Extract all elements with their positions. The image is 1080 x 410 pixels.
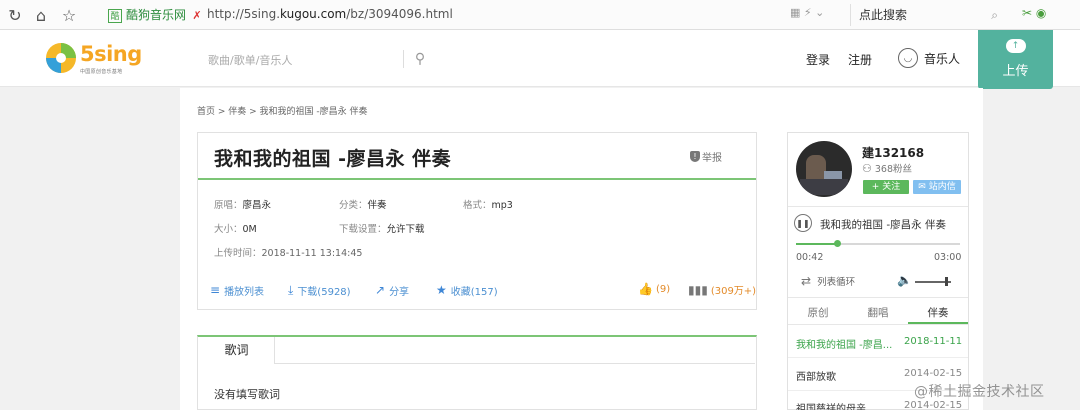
logo-wordmark: 5sing <box>80 42 142 66</box>
watermark: @稀土掘金技术社区 <box>914 384 1045 400</box>
list-item-title[interactable]: 祖国慈祥的母亲 <box>796 400 866 410</box>
singer-field: 原唱：廖昌永 <box>214 200 272 211</box>
progress-handle[interactable] <box>834 240 841 247</box>
search-icon[interactable]: ⚲ <box>412 48 428 70</box>
browser-search-input[interactable]: 点此搜索 ⌕ <box>850 4 1006 26</box>
playlist-button[interactable]: ≡ 播放列表 <box>210 282 264 298</box>
loop-mode-button[interactable]: ⇄ 列表循环 <box>801 274 855 288</box>
time-total: 03:00 <box>934 252 962 263</box>
progress-fill <box>796 243 837 245</box>
extension-menu-icon[interactable]: ◉ <box>1036 6 1046 20</box>
refresh-icon[interactable]: ↻ <box>4 4 26 26</box>
bookmark-star-icon[interactable]: ☆ <box>58 4 80 26</box>
size-field: 大小：0M <box>214 224 257 235</box>
divider <box>788 357 968 358</box>
download-setting-field: 下载设置：允许下载 <box>339 224 425 235</box>
thumbs-up-icon: 👍 <box>638 282 653 296</box>
favorite-site-link[interactable]: 酷酷狗音乐网 <box>108 6 186 24</box>
format-field: 格式：mp3 <box>463 200 513 211</box>
shield-icon: ! <box>690 151 700 162</box>
logo-subtitle: 中国原创音乐基地 <box>80 69 123 75</box>
address-bar[interactable]: http://5sing.kugou.com/bz/3094096.html <box>191 7 453 21</box>
tab-cover[interactable]: 翻唱 <box>848 305 908 320</box>
headphones-icon: ◡ <box>898 48 918 68</box>
divider <box>403 50 404 68</box>
musician-link[interactable]: ◡ 音乐人 <box>898 46 960 70</box>
kugou-site-icon: 酷 <box>108 8 122 23</box>
list-item-title[interactable]: 西部放歌 <box>796 368 836 383</box>
users-icon: ⚇ <box>862 161 872 175</box>
play-count: ▮▮▮ (309万+) <box>688 282 757 298</box>
home-icon[interactable]: ⌂ <box>30 4 52 26</box>
lyrics-panel <box>197 335 757 410</box>
upload-button[interactable]: ↑ 上传 <box>978 30 1053 89</box>
share-icon: ↗ <box>375 283 386 297</box>
list-item-date: 2018-11-11 <box>904 336 963 347</box>
site-search-input[interactable]: 歌曲/歌单/音乐人 <box>208 52 292 68</box>
tab-original[interactable]: 原创 <box>788 305 848 320</box>
divider <box>198 178 756 180</box>
extensions[interactable]: ✂ ◉ <box>1022 6 1046 20</box>
register-link[interactable]: 注册 <box>848 51 872 68</box>
scissors-icon[interactable]: ✂ <box>1022 6 1032 20</box>
lyrics-empty-text: 没有填写歌词 <box>214 388 280 401</box>
time-current: 00:42 <box>796 252 824 263</box>
volume-icon[interactable]: 🔈 <box>897 273 912 287</box>
follow-button[interactable]: + 关注 <box>863 180 909 194</box>
breadcrumb[interactable]: 首页 > 伴奏 > 我和我的祖国 -廖昌永 伴奏 <box>197 104 368 117</box>
share-button[interactable]: ↗ 分享 <box>375 282 409 298</box>
cloud-upload-icon: ↑ <box>1005 39 1026 53</box>
login-link[interactable]: 登录 <box>806 51 830 68</box>
upload-time-field: 上传时间：2018-11-11 13:14:45 <box>214 248 363 259</box>
list-item-date: 2014-02-15 <box>904 368 963 379</box>
list-item-title[interactable]: 我和我的祖国 -廖昌... <box>796 336 892 351</box>
star-icon: ★ <box>436 283 447 297</box>
divider <box>788 324 968 325</box>
favorite-button[interactable]: ★ 收藏(157) <box>436 282 498 298</box>
song-title: 我和我的祖国 -廖昌永 伴奏 <box>214 148 452 170</box>
category-field: 分类：伴奏 <box>339 200 387 211</box>
message-button[interactable]: ✉ 站内信 <box>913 180 961 194</box>
repeat-icon: ⇄ <box>801 274 812 288</box>
like-button[interactable]: 👍 (9) <box>638 282 670 296</box>
avatar[interactable] <box>796 141 852 197</box>
fans-count: ⚇ 368粉丝 <box>862 161 913 176</box>
report-button[interactable]: ! 举报 <box>690 149 722 164</box>
playlist-add-icon: ≡ <box>210 283 221 297</box>
divider <box>199 363 755 364</box>
username[interactable]: 建132168 <box>862 144 924 161</box>
volume-handle[interactable] <box>945 277 948 286</box>
download-icon: ⤓ <box>288 282 294 297</box>
download-button[interactable]: ⤓ 下载(5928) <box>288 282 351 298</box>
tab-lyrics[interactable]: 歌词 <box>199 337 275 364</box>
search-icon: ⌕ <box>991 8 998 22</box>
list-item-date: 2014-02-15 <box>904 400 963 410</box>
divider <box>788 206 968 207</box>
divider <box>788 297 968 298</box>
tab-accompaniment[interactable]: 伴奏 <box>908 305 968 320</box>
site-search[interactable]: 歌曲/歌单/音乐人 ⚲ <box>198 48 438 70</box>
now-playing-title: 我和我的祖国 -廖昌永 伴奏 <box>820 219 946 231</box>
browser-tools[interactable]: ▦ ⚡ ⌄ <box>790 6 824 19</box>
pause-icon[interactable]: ❚❚ <box>794 214 812 232</box>
singer-name[interactable]: 廖昌永 <box>243 200 272 211</box>
bar-chart-icon: ▮▮▮ <box>688 282 708 297</box>
